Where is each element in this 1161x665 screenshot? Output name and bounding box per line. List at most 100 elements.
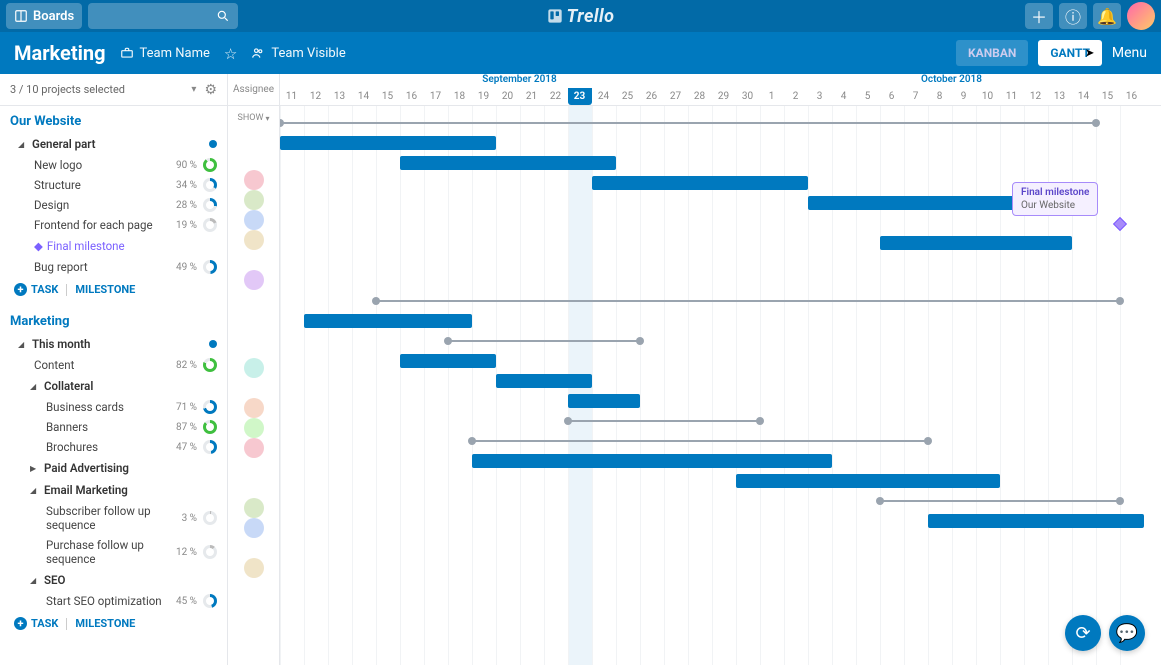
task-row[interactable]: Bug report49 % [0, 257, 227, 277]
gantt-group-span[interactable] [472, 440, 928, 442]
add-milestone-button[interactable]: MILESTONE [75, 283, 135, 296]
assignee-avatar[interactable] [244, 170, 264, 190]
gantt-bar[interactable] [592, 176, 808, 190]
subgroup-row[interactable]: ◢Email Marketing [0, 479, 227, 501]
team-button[interactable]: Team Name [120, 46, 210, 61]
add-task-button[interactable]: +TASK [14, 283, 58, 296]
gantt-day-cell[interactable]: 28 [688, 88, 712, 105]
assignee-avatar[interactable] [244, 190, 264, 210]
settings-button[interactable]: ⚙ [204, 82, 217, 98]
gantt-day-cell[interactable]: 3 [808, 88, 832, 105]
assignee-avatar[interactable] [244, 518, 264, 538]
gantt-day-cell[interactable]: 23 [568, 88, 592, 105]
gantt-day-cell[interactable]: 22 [544, 88, 568, 105]
task-row[interactable]: Purchase follow up sequence12 % [0, 535, 227, 569]
add-button[interactable]: ＋ [1025, 3, 1053, 29]
task-row[interactable]: Content82 % [0, 355, 227, 375]
assignee-avatar[interactable] [244, 210, 264, 230]
gantt-day-cell[interactable]: 25 [616, 88, 640, 105]
gantt-bar[interactable] [928, 514, 1144, 528]
add-task-button[interactable]: +TASK [14, 617, 58, 630]
subgroup-row[interactable]: ◢SEO [0, 569, 227, 591]
assignee-avatar[interactable] [244, 230, 264, 250]
gantt-group-span[interactable] [280, 122, 1096, 124]
gantt-day-cell[interactable]: 4 [832, 88, 856, 105]
gantt-day-cell[interactable]: 24 [592, 88, 616, 105]
refresh-fab[interactable]: ⟳ [1065, 615, 1101, 651]
gantt-day-cell[interactable]: 27 [664, 88, 688, 105]
task-row[interactable]: Structure34 % [0, 175, 227, 195]
projects-selector[interactable]: 3 / 10 projects selected [10, 83, 183, 96]
gantt-group-span[interactable] [448, 340, 640, 342]
assignee-avatar[interactable] [244, 418, 264, 438]
assignee-avatar[interactable] [244, 398, 264, 418]
group-row[interactable]: ◢General part [0, 133, 227, 155]
visibility-button[interactable]: Team Visible [251, 46, 345, 61]
gantt-group-span[interactable] [880, 500, 1120, 502]
subgroup-row[interactable]: ▶Paid Advertising [0, 457, 227, 479]
task-row[interactable]: Brochures47 % [0, 437, 227, 457]
gantt-chart[interactable]: September 2018October 2018 1112131415161… [280, 74, 1161, 665]
task-row[interactable]: Banners87 % [0, 417, 227, 437]
search-input[interactable] [88, 3, 238, 29]
star-button[interactable]: ☆ [224, 44, 237, 63]
gantt-group-span[interactable] [568, 420, 760, 422]
subgroup-row[interactable]: ◢Collateral [0, 375, 227, 397]
gantt-day-cell[interactable]: 19 [472, 88, 496, 105]
gantt-day-cell[interactable]: 2 [784, 88, 808, 105]
gantt-day-cell[interactable]: 16 [400, 88, 424, 105]
section-header[interactable]: Marketing [0, 306, 227, 333]
view-gantt-button[interactable]: GANTT ➤ [1038, 40, 1102, 66]
gantt-day-cell[interactable]: 18 [448, 88, 472, 105]
task-row[interactable]: Design28 % [0, 195, 227, 215]
group-row[interactable]: ◢This month [0, 333, 227, 355]
gantt-bar[interactable] [304, 314, 472, 328]
gantt-day-cell[interactable]: 9 [952, 88, 976, 105]
task-row[interactable]: New logo90 % [0, 155, 227, 175]
section-header[interactable]: Our Website [0, 106, 227, 133]
view-kanban-button[interactable]: KANBAN [956, 40, 1028, 66]
chat-fab[interactable]: 💬 [1109, 615, 1145, 651]
assignee-avatar[interactable] [244, 270, 264, 290]
user-avatar[interactable] [1127, 2, 1155, 30]
gantt-day-cell[interactable]: 30 [736, 88, 760, 105]
add-milestone-button[interactable]: MILESTONE [75, 617, 135, 630]
gantt-day-cell[interactable]: 11 [280, 88, 304, 105]
gantt-bar[interactable] [880, 236, 1072, 250]
gantt-day-cell[interactable]: 14 [1072, 88, 1096, 105]
gantt-bar[interactable] [472, 454, 832, 468]
gantt-day-cell[interactable]: 1 [760, 88, 784, 105]
assignee-avatar[interactable] [244, 358, 264, 378]
notifications-button[interactable]: 🔔 [1093, 3, 1121, 29]
gantt-bar[interactable] [400, 354, 496, 368]
task-row[interactable]: Business cards71 % [0, 397, 227, 417]
gantt-day-cell[interactable]: 15 [376, 88, 400, 105]
milestone-row[interactable]: ◆Final milestone [0, 235, 227, 257]
task-row[interactable]: Subscriber follow up sequence3 % [0, 501, 227, 535]
info-button[interactable]: ⓘ [1059, 3, 1087, 29]
gantt-day-cell[interactable]: 14 [352, 88, 376, 105]
task-row[interactable]: Start SEO optimization45 % [0, 591, 227, 611]
gantt-day-cell[interactable]: 21 [520, 88, 544, 105]
task-row[interactable]: Frontend for each page19 % [0, 215, 227, 235]
gantt-day-cell[interactable]: 5 [856, 88, 880, 105]
gantt-day-cell[interactable]: 20 [496, 88, 520, 105]
gantt-day-cell[interactable]: 13 [1048, 88, 1072, 105]
gantt-day-cell[interactable]: 26 [640, 88, 664, 105]
gantt-bar[interactable] [736, 474, 1000, 488]
assignee-avatar[interactable] [244, 498, 264, 518]
gantt-bar[interactable] [496, 374, 592, 388]
board-menu-button[interactable]: Menu [1112, 45, 1147, 61]
gantt-day-cell[interactable]: 16 [1120, 88, 1144, 105]
gantt-day-cell[interactable]: 10 [976, 88, 1000, 105]
gantt-day-cell[interactable]: 7 [904, 88, 928, 105]
gantt-day-cell[interactable]: 15 [1096, 88, 1120, 105]
gantt-bar[interactable] [568, 394, 640, 408]
assignee-avatar[interactable] [244, 558, 264, 578]
gantt-day-cell[interactable]: 12 [1024, 88, 1048, 105]
gantt-day-cell[interactable]: 6 [880, 88, 904, 105]
assignee-avatar[interactable] [244, 438, 264, 458]
gantt-bar[interactable] [808, 196, 1024, 210]
gantt-day-cell[interactable]: 8 [928, 88, 952, 105]
board-title[interactable]: Marketing [14, 41, 106, 65]
